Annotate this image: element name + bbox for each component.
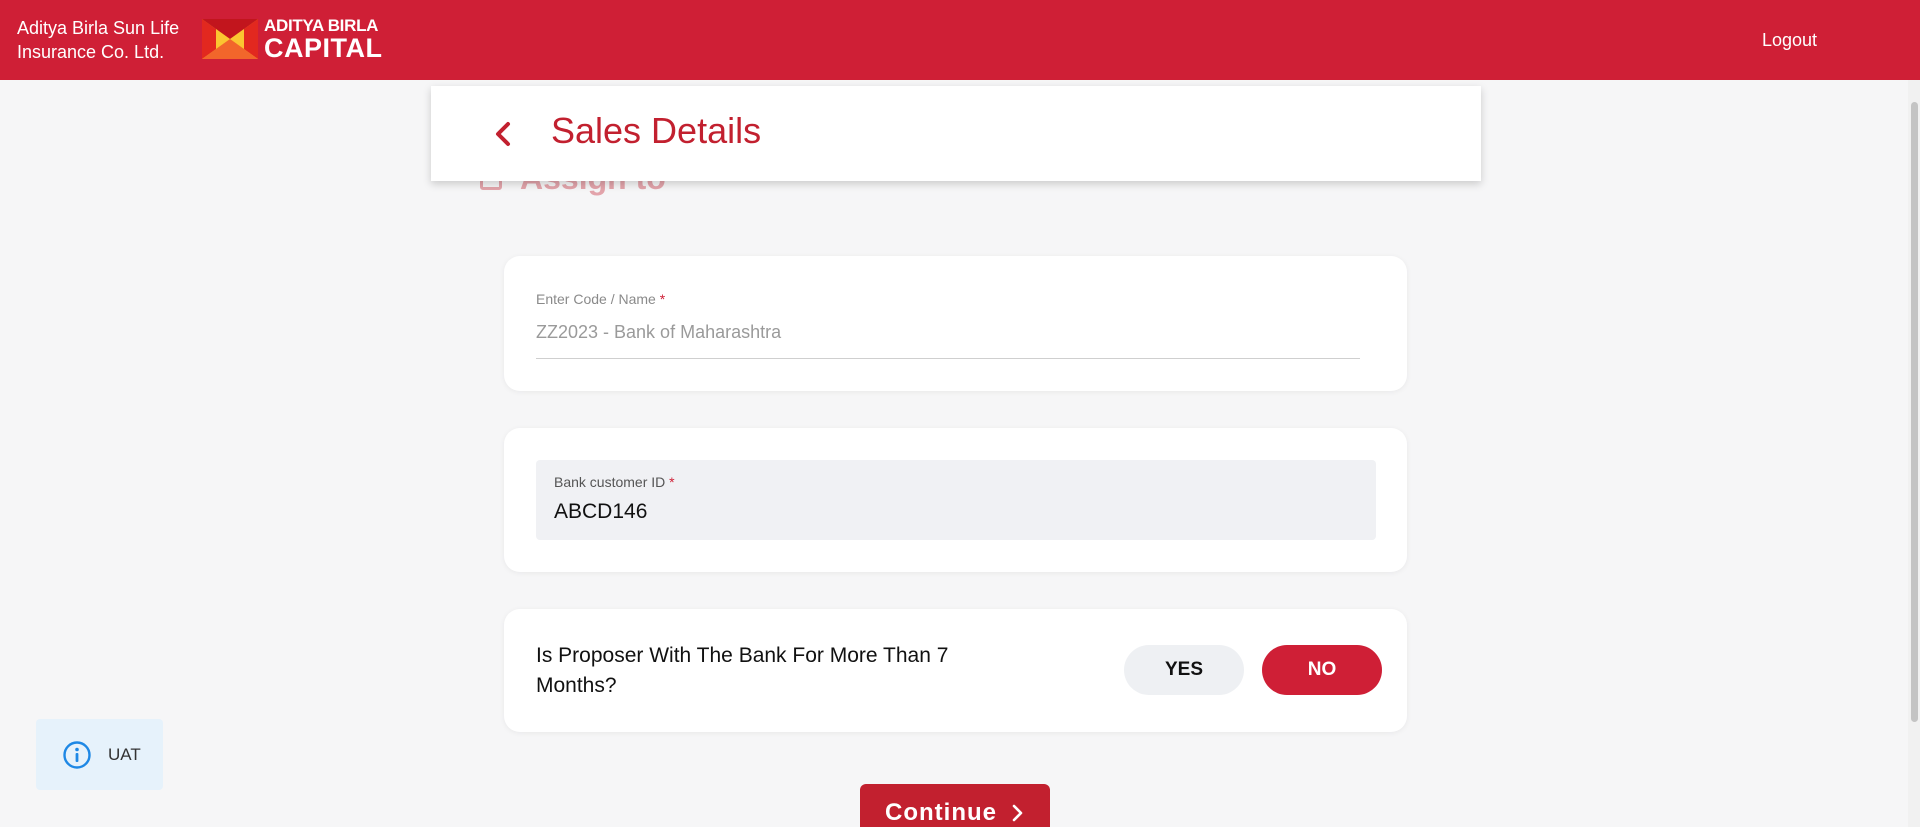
- bank-customer-id-label-text: Bank customer ID: [554, 474, 666, 490]
- top-bar: Aditya Birla Sun Life Insurance Co. Ltd.…: [0, 0, 1920, 80]
- no-button[interactable]: NO: [1262, 645, 1382, 695]
- continue-button[interactable]: Continue: [860, 784, 1050, 827]
- logo-text: ADITYA BIRLA CAPITAL: [264, 17, 383, 62]
- brand-line-2: Insurance Co. Ltd.: [17, 42, 165, 62]
- bank-customer-id-field[interactable]: Bank customer ID * ABCD146: [536, 460, 1376, 540]
- bank-customer-id-input[interactable]: ABCD146: [554, 500, 647, 524]
- scrollbar-thumb[interactable]: [1911, 102, 1918, 722]
- required-mark: *: [669, 474, 675, 490]
- bank-customer-id-label: Bank customer ID *: [554, 474, 675, 490]
- required-mark: *: [659, 291, 666, 307]
- bank-customer-id-card: Bank customer ID * ABCD146: [504, 428, 1407, 572]
- logout-link[interactable]: Logout: [1762, 30, 1817, 51]
- code-name-underline: [536, 358, 1360, 359]
- logo-line-1: ADITYA BIRLA: [264, 15, 379, 35]
- brand-name: Aditya Birla Sun Life Insurance Co. Ltd.: [17, 16, 179, 64]
- aditya-birla-capital-logo: ADITYA BIRLA CAPITAL: [202, 17, 383, 62]
- proposer-question-card: Is Proposer With The Bank For More Than …: [504, 609, 1407, 732]
- logo-line-2: CAPITAL: [264, 32, 383, 63]
- code-name-label: Enter Code / Name *: [536, 291, 665, 307]
- environment-label: UAT: [108, 744, 141, 764]
- page-header-card: Sales Details: [431, 86, 1481, 181]
- info-icon: [63, 740, 91, 769]
- chevron-right-icon: [1012, 804, 1023, 822]
- brand-line-1: Aditya Birla Sun Life: [17, 18, 180, 38]
- proposer-question-text: Is Proposer With The Bank For More Than …: [536, 644, 949, 697]
- chevron-left-icon[interactable]: [486, 116, 522, 152]
- environment-badge: UAT: [36, 719, 163, 790]
- logo-mark-icon: [202, 19, 258, 59]
- code-name-label-text: Enter Code / Name: [536, 291, 656, 307]
- page-title: Sales Details: [551, 110, 762, 151]
- continue-label: Continue: [885, 799, 997, 826]
- yes-button[interactable]: YES: [1124, 645, 1244, 695]
- code-name-card: Enter Code / Name * ZZ2023 - Bank of Mah…: [504, 256, 1407, 391]
- code-name-input[interactable]: ZZ2023 - Bank of Maharashtra: [536, 322, 781, 343]
